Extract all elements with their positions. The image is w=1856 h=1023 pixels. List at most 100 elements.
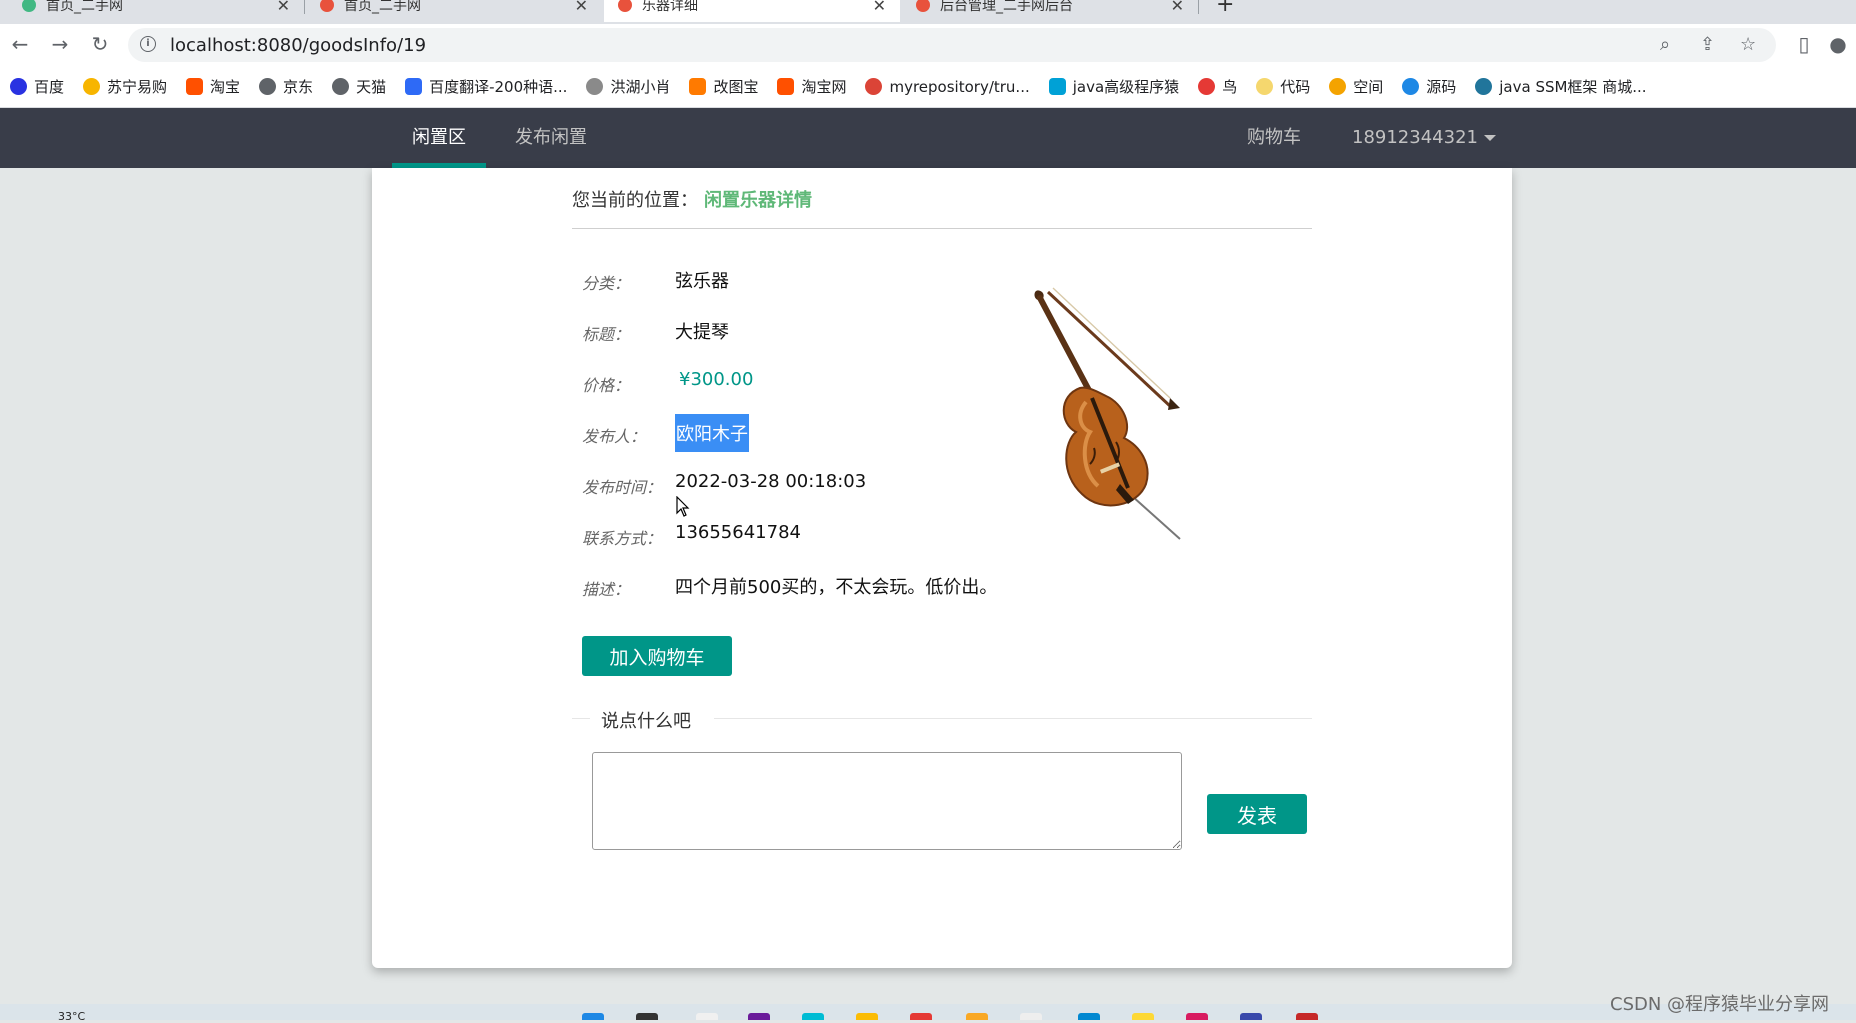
bookmark-item[interactable]: 源码 [1402, 76, 1456, 97]
tab-divider [1198, 0, 1199, 14]
bookmark-item[interactable]: 鸟 [1198, 76, 1237, 97]
weather-temperature: 33°C [58, 1010, 86, 1023]
profile-avatar-icon[interactable]: ● [1826, 32, 1850, 56]
bookmark-item[interactable]: java高级程序猿 [1048, 76, 1179, 97]
mouse-cursor-icon [676, 496, 690, 517]
detail-label: 分类： [582, 274, 631, 293]
browser-tab-strip: 首页_二手网 ✕ 首页_二手网 ✕ 乐器详细 ✕ 后台管理_二手网后台 ✕ + [0, 0, 1856, 24]
app-icon[interactable] [1020, 1013, 1042, 1020]
bookmark-item[interactable]: 百度 [10, 76, 64, 97]
close-tab-icon[interactable]: ✕ [1171, 0, 1184, 15]
bookmark-item[interactable]: 空间 [1329, 76, 1383, 97]
site-info-icon[interactable]: i [140, 36, 156, 52]
bookmark-star-icon[interactable]: ☆ [1740, 34, 1756, 55]
search-icon[interactable] [636, 1013, 658, 1020]
taobao-icon [186, 78, 204, 95]
comment-divider-right [714, 718, 1312, 719]
bookmark-item[interactable]: 淘宝网 [777, 76, 846, 97]
post-comment-button[interactable]: 发表 [1207, 794, 1307, 834]
bookmark-item[interactable]: 天猫 [332, 76, 386, 97]
detail-label: 标题： [582, 325, 631, 344]
browser-tab-1[interactable]: 首页_二手网 ✕ [8, 0, 304, 22]
detail-value: 大提琴 [675, 322, 729, 343]
forward-arrow-icon[interactable]: → [48, 32, 72, 56]
back-arrow-icon[interactable]: ← [8, 32, 32, 56]
site-navbar: 闲置区 发布闲置 购物车 18912344321 [0, 108, 1856, 168]
comment-divider-left [572, 718, 590, 719]
app-icon[interactable] [1296, 1013, 1318, 1020]
site-favicon-icon [916, 0, 930, 12]
chrome-running-icon[interactable] [910, 1013, 932, 1020]
detail-label: 发布人： [582, 427, 647, 446]
store-icon[interactable] [1078, 1013, 1100, 1020]
close-tab-icon[interactable]: ✕ [277, 0, 290, 15]
detail-label: 发布时间： [582, 478, 663, 497]
breadcrumb-current[interactable]: 闲置乐器详情 [704, 190, 812, 211]
csdn-watermark: CSDN @程序猿毕业分享网 [1610, 994, 1830, 1015]
file-explorer-icon[interactable] [966, 1013, 988, 1020]
bookmark-item[interactable]: 代码 [1256, 76, 1310, 97]
cloud-icon [1402, 78, 1420, 95]
edge-browser-icon[interactable] [802, 1013, 824, 1020]
nav-item-publish[interactable]: 发布闲置 [515, 108, 587, 168]
tab-title: 首页_二手网 [46, 0, 123, 14]
baidu-paw-icon [10, 78, 27, 95]
tab-title: 首页_二手网 [344, 0, 421, 14]
nav-item-cart[interactable]: 购物车 [1247, 108, 1301, 168]
close-tab-icon[interactable]: ✕ [575, 0, 588, 15]
side-panel-icon[interactable]: ▯ [1792, 32, 1816, 56]
bookmark-item[interactable]: myrepository/tru... [865, 78, 1030, 96]
user-phone: 18912344321 [1352, 127, 1478, 148]
bookmark-item[interactable]: 洪湖小肖 [586, 76, 670, 97]
globe-icon [332, 78, 350, 95]
close-tab-icon[interactable]: ✕ [873, 0, 886, 15]
url-input[interactable]: i localhost:8080/goodsInfo/19 ⌕ ⇪ ☆ [128, 28, 1776, 62]
chrome-icon [865, 78, 883, 95]
zoom-icon[interactable]: ⌕ [1660, 34, 1670, 55]
detail-label: 联系方式： [582, 529, 663, 548]
tab-title: 后台管理_二手网后台 [940, 0, 1073, 14]
user-menu[interactable]: 18912344321 [1352, 108, 1496, 168]
app-icon[interactable] [1132, 1013, 1154, 1020]
bookmark-item[interactable]: 改图宝 [689, 76, 758, 97]
reload-icon[interactable]: ↻ [88, 32, 112, 56]
address-bar-row: ← → ↻ i localhost:8080/goodsInfo/19 ⌕ ⇪ … [0, 24, 1856, 66]
browser-tab-2[interactable]: 首页_二手网 ✕ [306, 0, 602, 22]
comment-heading: 说点什么吧 [601, 707, 691, 733]
breadcrumb-prefix: 您当前的位置： [572, 190, 698, 211]
bookmark-item[interactable]: 淘宝 [186, 76, 240, 97]
bookmarks-bar: 百度 苏宁易购 淘宝 京东 天猫 百度翻译-200种语... 洪湖小肖 改图宝 … [0, 66, 1856, 108]
cello-product-image [1034, 287, 1181, 540]
app-icon[interactable] [1240, 1013, 1262, 1020]
tab-title: 乐器详细 [642, 0, 698, 14]
code-icon [1256, 78, 1274, 95]
translate-icon [405, 78, 423, 95]
detail-label: 描述： [582, 580, 631, 599]
add-to-cart-button[interactable]: 加入购物车 [582, 636, 732, 676]
browser-tab-3-active[interactable]: 乐器详细 ✕ [604, 0, 900, 22]
tab-divider [304, 0, 305, 14]
app-icon[interactable] [748, 1013, 770, 1020]
bookmark-item[interactable]: java SSM框架 商城... [1475, 76, 1647, 97]
bookmark-item[interactable]: 百度翻译-200种语... [405, 76, 567, 97]
browser-tab-4[interactable]: 后台管理_二手网后台 ✕ [902, 0, 1198, 22]
bookmark-item[interactable]: 苏宁易购 [83, 76, 167, 97]
windows-start-icon[interactable] [582, 1013, 604, 1020]
publisher-value-selected: 欧阳木子 [675, 414, 749, 452]
breadcrumb: 您当前的位置： 闲置乐器详情 [572, 186, 812, 212]
comment-textarea[interactable] [592, 752, 1182, 850]
chrome-icon[interactable] [856, 1013, 878, 1020]
nav-item-idle-zone[interactable]: 闲置区 [412, 108, 466, 168]
detail-value: 弦乐器 [675, 271, 729, 292]
detail-value: 四个月前500买的，不太会玩。低价出。 [675, 577, 998, 598]
bookmark-item[interactable]: 京东 [259, 76, 313, 97]
globe-icon [259, 78, 277, 95]
qzone-icon [1329, 78, 1347, 95]
app-icon[interactable] [1186, 1013, 1208, 1020]
detail-value: 2022-03-28 00:18:03 [675, 471, 867, 492]
task-view-icon[interactable] [696, 1013, 718, 1020]
new-tab-icon[interactable]: + [1216, 0, 1234, 17]
share-icon[interactable]: ⇪ [1700, 34, 1715, 55]
bird-icon [1198, 78, 1216, 95]
price-value: ¥300.00 [679, 369, 754, 390]
